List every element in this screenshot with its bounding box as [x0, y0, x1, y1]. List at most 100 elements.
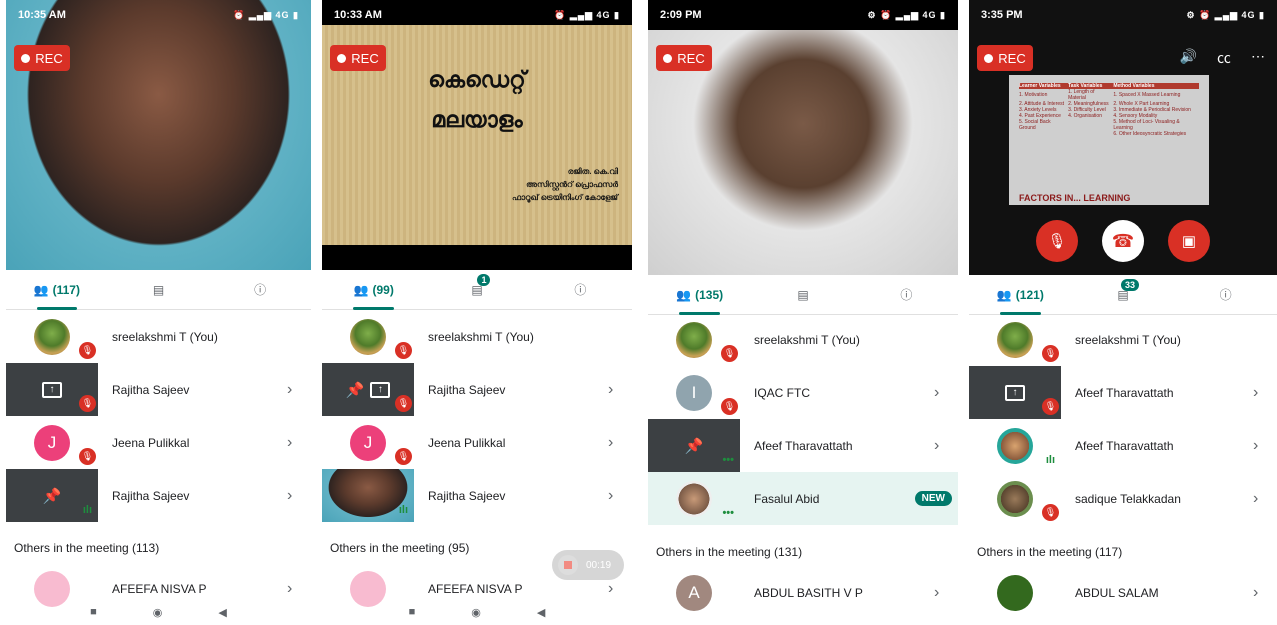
main-video[interactable]: 10:33 AM ⏰ ▂▄▆ 4G ▮ കെഡെറ്റ് മലയാളം രജിത… — [322, 0, 632, 270]
chevron-right-icon[interactable]: › — [608, 487, 632, 505]
chevron-right-icon[interactable]: › — [608, 381, 632, 399]
participant-row[interactable]: ılı Afeef Tharavattath › — [969, 419, 1277, 472]
status-icons: ⏰ ▂▄▆ 4G ▮ — [233, 9, 299, 20]
participant-row[interactable]: 🎙 sreelakshmi T (You) — [648, 313, 958, 366]
slide-table-row: 1. Motivation 1. Length of Material 1. Spa… — [1019, 89, 1199, 101]
tab-people[interactable]: 👥 (121) — [969, 275, 1072, 315]
speaker-icon[interactable]: 🔊 — [1180, 48, 1197, 68]
participant-row[interactable]: J 🎙 Jeena Pulikkal › — [6, 416, 311, 469]
participant-thumb: 📌 ••• — [648, 419, 740, 472]
participant-row[interactable]: A ABDUL BASITH V P › — [648, 566, 958, 619]
phone-screen-3: 2:09 PM ⚙ ⏰ ▂▄▆ 4G ▮ REC 👥 (135) ▤ ⓘ 🎙 sr… — [648, 0, 958, 625]
main-video[interactable]: 3:35 PM ⚙ ⏰ ▂▄▆ 4G ▮ 🔊 ㏄ ⋯ Learner Variabl… — [969, 0, 1277, 275]
participant-thumb: 🎙 — [969, 313, 1061, 366]
chevron-right-icon[interactable]: › — [287, 580, 311, 598]
tab-people[interactable]: 👥 (135) — [648, 275, 751, 315]
participant-thumb: J 🎙 — [6, 416, 98, 469]
participant-thumb: ••• — [648, 472, 740, 525]
nav-home-icon[interactable]: ◉ — [153, 606, 163, 619]
participant-row[interactable]: 🎙 sreelakshmi T (You) — [6, 310, 311, 363]
slide-title-line-2: മലയാളം — [431, 107, 523, 132]
participant-row[interactable]: 🎙 sreelakshmi T (You) — [322, 310, 632, 363]
camera-off-button[interactable]: ▣ — [1168, 220, 1210, 262]
stop-record-icon[interactable] — [558, 555, 578, 575]
chevron-right-icon[interactable]: › — [934, 584, 958, 602]
participant-row[interactable]: ılı Rajitha Sajeev › — [322, 469, 632, 522]
participant-name: sadique Telakkadan — [1075, 491, 1181, 506]
nav-back-icon[interactable]: ◀ — [218, 606, 226, 619]
rec-label: REC — [351, 50, 379, 66]
status-icons: ⚙ ⏰ ▂▄▆ 4G ▮ — [867, 9, 946, 20]
main-video[interactable]: 10:35 AM ⏰ ▂▄▆ 4G ▮ REC — [6, 0, 311, 270]
android-nav-bar: ■ ◉ ◀ — [322, 600, 632, 624]
tab-people[interactable]: 👥 (99) — [322, 270, 425, 310]
main-video[interactable]: 2:09 PM ⚙ ⏰ ▂▄▆ 4G ▮ REC — [648, 0, 958, 275]
slide-subtitle: രജിത. കെ.വി അസിസ്റ്റൻറ് പ്രൊഫസർ ഫാറൂഖ് ട… — [512, 165, 618, 204]
tab-chat[interactable]: ▤ — [751, 275, 854, 314]
avatar: J — [350, 424, 386, 461]
participant-row[interactable]: 📌 ••• Afeef Tharavattath › — [648, 419, 958, 472]
chevron-right-icon[interactable]: › — [287, 434, 311, 452]
participant-row[interactable]: I 🎙 IQAC FTC › — [648, 366, 958, 419]
mic-off-icon: 🎙 — [721, 345, 738, 362]
slide-table-cell — [1019, 131, 1068, 137]
nav-home-icon[interactable]: ◉ — [471, 606, 481, 619]
tab-people[interactable]: 👥 (117) — [6, 270, 108, 310]
participant-row[interactable]: ↑ 🎙 Rajitha Sajeev › — [6, 363, 311, 416]
people-icon: 👥 — [353, 282, 369, 297]
tab-info[interactable]: ⓘ — [529, 270, 632, 309]
screen-recorder-widget[interactable]: 00:19 — [552, 550, 624, 580]
participant-row[interactable]: J 🎙 Jeena Pulikkal › — [322, 416, 632, 469]
participant-row[interactable]: ABDUL SALAM › — [969, 566, 1277, 619]
chevron-right-icon[interactable]: › — [934, 437, 958, 455]
participant-name: IQAC FTC — [754, 385, 810, 400]
captions-icon[interactable]: ㏄ — [1217, 48, 1231, 68]
tab-chat[interactable]: ▤ 33 — [1072, 275, 1175, 314]
screenshot-collage: 10:35 AM ⏰ ▂▄▆ 4G ▮ REC 👥 (117) ▤ ⓘ 🎙 sre… — [0, 0, 1277, 625]
participant-row[interactable]: ↑ 🎙 Afeef Tharavattath › — [969, 366, 1277, 419]
avatar: J — [34, 424, 70, 461]
chevron-right-icon[interactable]: › — [934, 384, 958, 402]
others-label: Others in the meeting (113) — [14, 541, 160, 555]
nav-recents-icon[interactable]: ■ — [90, 606, 97, 618]
participant-row[interactable]: 🎙 sreelakshmi T (You) — [969, 313, 1277, 366]
mic-off-button[interactable]: 🎙 — [1036, 220, 1078, 262]
slide-table-header-cell: Learner Variables — [1019, 83, 1061, 89]
avatar — [676, 480, 712, 517]
end-call-button[interactable]: ☎ — [1102, 220, 1144, 262]
participant-row[interactable]: 📌 ılı Rajitha Sajeev › — [6, 469, 311, 522]
new-badge: NEW — [914, 491, 952, 506]
participant-thumb — [969, 566, 1061, 619]
participant-row[interactable]: 📌 ↑ 🎙 Rajitha Sajeev › — [322, 363, 632, 416]
participant-thumb: 🎙 — [969, 472, 1061, 525]
meeting-tabs: 👥 (121) ▤ 33 ⓘ — [969, 275, 1277, 315]
chevron-right-icon[interactable]: › — [287, 381, 311, 399]
chevron-right-icon[interactable]: › — [287, 487, 311, 505]
nav-back-icon[interactable]: ◀ — [537, 606, 545, 619]
chevron-right-icon[interactable]: › — [608, 580, 632, 598]
participant-row[interactable]: 🎙 sadique Telakkadan › — [969, 472, 1277, 525]
rec-indicator: REC — [14, 45, 70, 71]
tab-info[interactable]: ⓘ — [209, 270, 311, 309]
participant-name: Jeena Pulikkal — [112, 435, 190, 450]
chevron-right-icon[interactable]: › — [608, 434, 632, 452]
slide-table-cell: 6. Other Ideosyncratic Strategies — [1113, 131, 1187, 137]
tab-chat[interactable]: ▤ 1 — [425, 270, 528, 309]
tab-info[interactable]: ⓘ — [855, 275, 958, 314]
mic-off-icon: 🎙 — [79, 448, 96, 465]
participant-row[interactable]: ••• Fasalul Abid NEW — [648, 472, 958, 525]
chevron-right-icon[interactable]: › — [1253, 437, 1277, 455]
tab-chat[interactable]: ▤ — [108, 270, 210, 309]
chevron-right-icon[interactable]: › — [1253, 584, 1277, 602]
rec-dot-icon — [21, 53, 31, 63]
participant-name: Afeef Tharavattath — [1075, 438, 1174, 453]
nav-recents-icon[interactable]: ■ — [409, 606, 416, 618]
avatar — [34, 318, 70, 355]
more-options-icon[interactable]: ⋯ — [1251, 48, 1265, 68]
speaking-icon: ılı — [1045, 454, 1055, 466]
chevron-right-icon[interactable]: › — [1253, 490, 1277, 508]
chevron-right-icon[interactable]: › — [1253, 384, 1277, 402]
participant-thumb: ↑ 🎙 — [6, 363, 98, 416]
rec-indicator: REC — [330, 45, 386, 71]
tab-info[interactable]: ⓘ — [1174, 275, 1277, 314]
